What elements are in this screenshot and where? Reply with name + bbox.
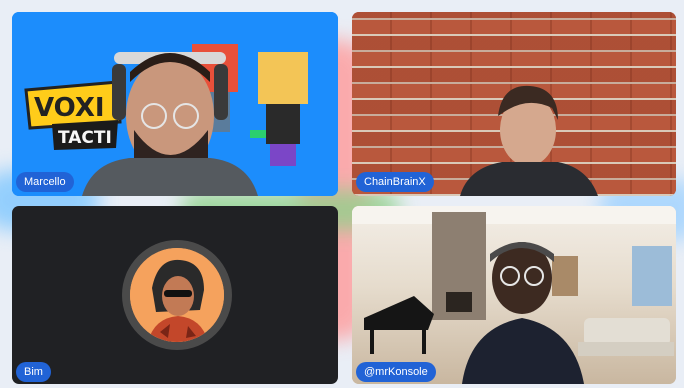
svg-text:VOXI: VOXI bbox=[34, 93, 105, 123]
marcello-video-frame: VOXI TACTI bbox=[12, 12, 338, 196]
participant-video-chainbrainx bbox=[460, 85, 598, 196]
participant-name-tag: Bim bbox=[16, 362, 51, 382]
video-tile-mrkonsole[interactable]: @mrKonsole bbox=[352, 206, 676, 384]
participant-name-tag: ChainBrainX bbox=[356, 172, 434, 192]
avatar-illustration bbox=[130, 248, 224, 342]
video-tile-bim[interactable]: Bim bbox=[12, 206, 338, 384]
participant-video-mrkonsole bbox=[352, 206, 676, 384]
participant-name-tag: @mrKonsole bbox=[356, 362, 436, 382]
avatar bbox=[130, 248, 224, 342]
video-tile-marcello[interactable]: VOXI TACTI Marcello bbox=[12, 12, 338, 196]
participant-name-tag: Marcello bbox=[16, 172, 74, 192]
svg-text:TACTI: TACTI bbox=[58, 128, 112, 148]
video-tile-chainbrainx[interactable]: ChainBrainX bbox=[352, 12, 676, 196]
